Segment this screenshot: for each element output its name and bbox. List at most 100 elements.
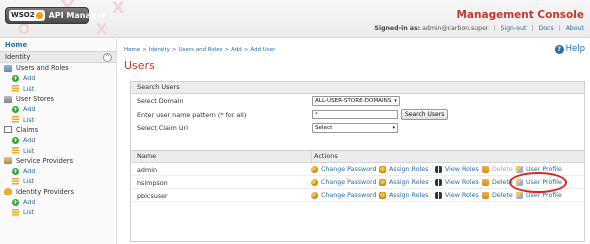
column-header-name: Name: [137, 152, 157, 160]
collapse-icon[interactable]: ^: [103, 53, 112, 62]
sidebar-item-identity-providers[interactable]: Identity Providers: [0, 187, 116, 197]
assign-roles-link[interactable]: Assign Roles: [379, 192, 428, 199]
view-roles-link[interactable]: View Roles: [435, 166, 479, 173]
logo-brand-text: WSO2: [11, 11, 35, 19]
decorative-x-mark: X: [112, 0, 125, 17]
claims-icon: [4, 126, 12, 134]
sidebar-item-service-providers-list[interactable]: List: [0, 176, 116, 186]
sidebar-item-users-list[interactable]: List: [0, 84, 116, 94]
user-name: pbicsuser: [137, 192, 168, 200]
sidebar-item-user-stores[interactable]: User Stores: [0, 94, 116, 104]
assign-roles-icon: [379, 179, 386, 186]
breadcrumb-item[interactable]: Users and Roles: [179, 47, 223, 53]
user-name: admin: [137, 166, 158, 174]
search-users-button[interactable]: Search Users: [401, 109, 449, 120]
sidebar: Home Identity ^ Users and Roles + Add Li…: [0, 39, 117, 244]
sidebar-item-claims[interactable]: Claims: [0, 125, 116, 135]
separator: |: [493, 25, 496, 32]
help-link[interactable]: ? Help: [554, 44, 585, 54]
sidebar-item-label: List: [23, 84, 35, 93]
breadcrumb-separator: >: [171, 47, 177, 53]
wso2-logo[interactable]: WSO2 API Manager: [5, 7, 106, 24]
column-header-actions: Actions: [311, 151, 338, 162]
table-row: admin Change Password Assign Roles View …: [131, 163, 584, 176]
sidebar-item-label: Claims: [16, 125, 39, 134]
add-icon: +: [12, 167, 19, 175]
breadcrumb-separator: >: [142, 47, 147, 53]
assign-roles-link[interactable]: Assign Roles: [379, 166, 428, 173]
breadcrumb-item[interactable]: Identity: [149, 47, 170, 53]
add-icon: +: [12, 136, 19, 144]
breadcrumb-item[interactable]: Add User: [250, 47, 275, 53]
change-password-link[interactable]: Change Password: [311, 166, 377, 173]
about-link[interactable]: About: [566, 25, 584, 32]
sidebar-item-label: Add: [23, 198, 36, 206]
delete-link-disabled: Delete: [482, 166, 513, 173]
sidebar-item-claims-add[interactable]: + Add: [0, 135, 116, 145]
action-label: Change Password: [321, 179, 377, 186]
delete-link[interactable]: Delete: [482, 192, 513, 199]
sidebar-item-service-providers[interactable]: Service Providers: [0, 156, 116, 166]
sidebar-item-identity-providers-add[interactable]: + Add: [0, 197, 116, 207]
chevron-down-icon: ▾: [394, 98, 397, 104]
main-content: Home > Identity > Users and Roles > Add > Add Us…: [118, 39, 590, 244]
user-store-icon: [4, 95, 12, 103]
change-password-link[interactable]: Change Password: [311, 179, 377, 186]
help-icon: ?: [554, 44, 564, 54]
action-label: Assign Roles: [389, 179, 429, 186]
decorative-x-mark: X: [96, 22, 107, 38]
sidebar-item-label: Service Providers: [16, 156, 74, 165]
breadcrumb-item[interactable]: Home: [124, 47, 140, 53]
domain-select[interactable]: ALL-USER-STORE-DOMAINS ▾: [312, 96, 400, 106]
sidebar-item-identity-providers-list[interactable]: List: [0, 207, 116, 217]
trash-icon: [482, 192, 489, 199]
sidebar-section-identity[interactable]: Identity ^: [0, 51, 116, 63]
list-icon: [12, 147, 19, 155]
sidebar-item-user-stores-add[interactable]: + Add: [0, 104, 116, 114]
search-users-panel: Search Users Select Domain ALL-USER-STOR…: [130, 81, 585, 159]
users-table-header: Name Actions: [131, 151, 584, 163]
key-icon: [311, 179, 318, 186]
signed-in-user: admin@carbon.super: [422, 25, 489, 32]
trash-icon: [482, 166, 489, 173]
logo-product-name: API Manager: [48, 11, 106, 20]
key-icon: [311, 192, 318, 199]
sidebar-item-label: List: [23, 146, 35, 155]
user-profile-icon: [516, 192, 523, 199]
sidebar-home-link[interactable]: Home: [0, 39, 116, 51]
action-label: Change Password: [321, 192, 377, 199]
user-profile-icon: [516, 166, 523, 173]
add-icon: +: [12, 198, 19, 206]
breadcrumb-item[interactable]: Add: [231, 47, 242, 53]
user-pattern-input[interactable]: *: [312, 109, 398, 119]
separator: |: [531, 25, 534, 32]
sidebar-item-label: User Stores: [16, 95, 54, 104]
docs-link[interactable]: Docs: [538, 25, 553, 32]
header-bar: X X O X WSO2 API Manager Management Cons…: [0, 0, 590, 38]
sidebar-item-user-stores-list[interactable]: List: [0, 114, 116, 124]
claim-label: Select Claim Uri: [137, 124, 189, 132]
assign-roles-icon: [379, 192, 386, 199]
trash-icon: [482, 179, 489, 186]
view-roles-link[interactable]: View Roles: [435, 179, 479, 186]
action-label: Assign Roles: [389, 166, 429, 173]
sign-out-link[interactable]: Sign-out: [500, 25, 526, 32]
binoculars-icon: [435, 192, 442, 199]
view-roles-link[interactable]: View Roles: [435, 192, 479, 199]
sidebar-item-users-add[interactable]: + Add: [0, 73, 116, 83]
claim-select[interactable]: Select ▾: [312, 123, 398, 133]
user-profile-link[interactable]: User Profile: [516, 192, 562, 199]
action-label: User Profile: [526, 192, 562, 199]
assign-roles-link[interactable]: Assign Roles: [379, 179, 428, 186]
list-icon: [12, 208, 19, 216]
change-password-link[interactable]: Change Password: [311, 192, 377, 199]
sidebar-item-users-and-roles[interactable]: Users and Roles: [0, 63, 116, 73]
breadcrumb-separator: >: [224, 47, 230, 53]
users-roles-icon: [4, 64, 12, 72]
sidebar-item-service-providers-add[interactable]: + Add: [0, 166, 116, 176]
sidebar-item-label: Add: [23, 74, 36, 83]
sidebar-item-label: List: [23, 177, 35, 186]
sidebar-item-claims-list[interactable]: List: [0, 145, 116, 155]
user-bar: Signed-in as: admin@carbon.super | Sign-…: [375, 25, 585, 32]
table-row: pbicsuser Change Password Assign Roles V…: [131, 189, 584, 202]
